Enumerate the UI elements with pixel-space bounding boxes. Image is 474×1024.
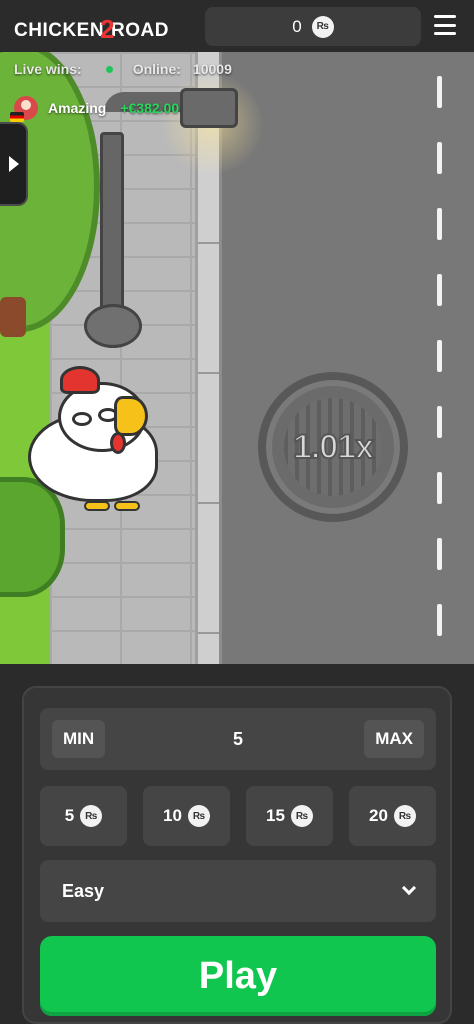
hamburger-menu-icon[interactable] [434,15,456,35]
quick-bet-chips: 5 ₨ 10 ₨ 15 ₨ 20 ₨ [40,786,436,846]
lane-marking [437,406,442,438]
quick-bet-15-button[interactable]: 15 ₨ [246,786,333,846]
logo-text-left: CHICKEN [14,20,105,41]
lane-marking [437,472,442,504]
bet-controls-panel: 5 MIN MAX 5 ₨ 10 ₨ 15 ₨ 20 ₨ Easy Play [22,686,452,1024]
difficulty-select[interactable]: Easy [40,860,436,922]
lane-marking [437,538,442,570]
live-stats-bar: Live wins: Online: 10009 [0,52,474,86]
rupee-coin-icon: ₨ [187,805,210,827]
chicken-character-icon [28,366,168,512]
chip-value: 15 [266,806,285,825]
street-lamp-base [84,304,142,348]
rupee-coin-icon: ₨ [290,805,313,827]
logo-text-right: ROAD [111,20,169,41]
germany-flag-icon [10,112,24,122]
winner-name: Amazing [48,100,107,116]
lane-marking [437,208,442,240]
live-wins-label: Live wins: [14,61,82,77]
lane-marking [437,604,442,636]
balance-value: 0 [292,16,302,36]
rupee-coin-icon: ₨ [393,805,416,827]
chip-value: 20 [369,806,388,825]
play-button[interactable]: Play [40,936,436,1016]
manhole-multiplier[interactable]: 1.01x [258,372,408,522]
online-count: 10009 [192,61,232,77]
game-scene: 1.01x [0,52,474,664]
chip-value: 10 [163,806,182,825]
play-arrow-icon [9,156,19,172]
winner-amount: +€382.00 [120,100,180,116]
max-bet-button[interactable]: MAX [364,720,424,758]
side-panel-toggle[interactable] [0,122,28,206]
quick-bet-5-button[interactable]: 5 ₨ [40,786,127,846]
multiplier-label: 1.01x [292,427,375,467]
street-lamp-pole [100,132,124,332]
min-bet-button[interactable]: MIN [52,720,106,758]
quick-bet-20-button[interactable]: 20 ₨ [349,786,436,846]
lane-marking [437,274,442,306]
lane-marking [437,142,442,174]
tree-trunk [0,297,26,337]
rupee-coin-icon: ₨ [311,15,334,38]
difficulty-value: Easy [62,880,105,901]
online-status-dot-icon [105,65,113,73]
quick-bet-10-button[interactable]: 10 ₨ [143,786,230,846]
lane-marking [437,340,442,372]
balance-display: 0 ₨ [205,7,421,46]
top-bar: CHICKEN2ROAD 0 ₨ [0,0,474,52]
rupee-coin-icon: ₨ [80,805,103,827]
logo-text-number: 2 [100,14,116,44]
bet-amount-row: 5 MIN MAX [40,708,436,770]
street-lamp-head [180,88,238,128]
chicken-road-logo: CHICKEN2ROAD [14,12,169,44]
chevron-down-icon [401,880,417,896]
chip-value: 5 [64,806,75,825]
online-label: Online: [132,61,181,77]
live-win-entry: Amazing +€382.00 [14,96,179,120]
